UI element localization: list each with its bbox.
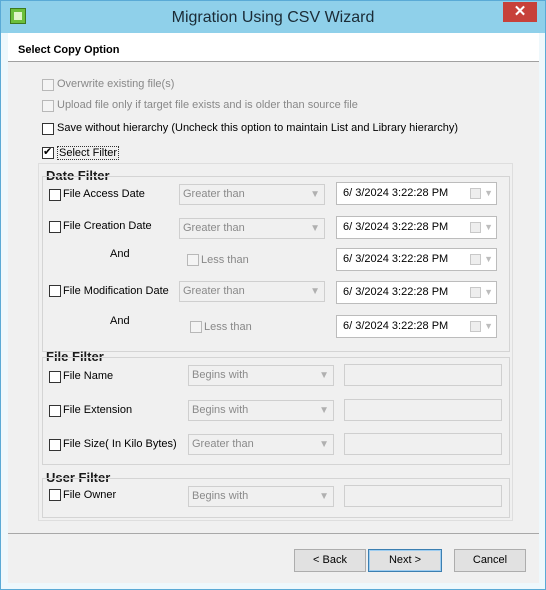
creation-less-than-checkbox[interactable]: [187, 254, 199, 266]
operator-value: Begins with: [192, 369, 249, 381]
file-creation-date-checkbox[interactable]: [49, 221, 61, 233]
date-value: 6/ 3/2024 3:22:28 PM: [343, 221, 449, 233]
operator-value: Greater than: [192, 438, 254, 450]
chevron-down-icon: ▼: [310, 189, 320, 200]
file-creation-date-picker[interactable]: 6/ 3/2024 3:22:28 PM ▼: [336, 216, 497, 239]
save-without-hierarchy-checkbox[interactable]: [42, 123, 54, 135]
select-filter-label: Select Filter: [57, 146, 120, 160]
creation-less-than-label: Less than: [201, 254, 249, 266]
operator-value: Greater than: [183, 222, 245, 234]
file-modification-end-date-picker[interactable]: 6/ 3/2024 3:22:28 PM ▼: [336, 315, 497, 338]
chevron-down-icon: ▼: [484, 188, 493, 198]
chevron-down-icon: ▼: [319, 405, 329, 416]
operator-value: Greater than: [183, 285, 245, 297]
date-value: 6/ 3/2024 3:22:28 PM: [343, 187, 449, 199]
operator-value: Greater than: [183, 188, 245, 200]
file-extension-input[interactable]: [344, 399, 502, 421]
file-owner-operator-select[interactable]: Begins with ▼: [188, 486, 334, 507]
calendar-checkbox-icon: [470, 321, 481, 332]
date-value: 6/ 3/2024 3:22:28 PM: [343, 286, 449, 298]
chevron-down-icon: ▼: [484, 222, 493, 232]
file-creation-date-label: File Creation Date: [63, 220, 152, 232]
chevron-down-icon: ▼: [319, 439, 329, 450]
file-name-label: File Name: [63, 370, 114, 382]
file-modification-date-label: File Modification Date: [63, 285, 169, 297]
section-header: Select Copy Option: [8, 33, 539, 62]
modification-less-than-label: Less than: [204, 321, 252, 333]
section-title: Select Copy Option: [18, 44, 120, 56]
footer-divider: [8, 533, 539, 534]
file-owner-checkbox[interactable]: [49, 489, 61, 501]
file-extension-label: File Extension: [63, 404, 133, 416]
chevron-down-icon: ▼: [484, 321, 493, 331]
file-size-label: File Size( In Kilo Bytes): [63, 438, 177, 450]
date-value: 6/ 3/2024 3:22:28 PM: [343, 253, 449, 265]
chevron-down-icon: ▼: [484, 287, 493, 297]
file-creation-date-operator-select[interactable]: Greater than ▼: [179, 218, 325, 239]
file-owner-input[interactable]: [344, 485, 502, 507]
file-owner-label: File Owner: [63, 489, 117, 501]
file-access-date-label: File Access Date: [63, 188, 145, 200]
upload-only-checkbox[interactable]: [42, 100, 54, 112]
chevron-down-icon: ▼: [319, 491, 329, 502]
next-button[interactable]: Next >: [368, 549, 442, 572]
overwrite-checkbox[interactable]: [42, 79, 54, 91]
title-bar[interactable]: Migration Using CSV Wizard ✕: [1, 1, 545, 33]
calendar-checkbox-icon: [470, 188, 481, 199]
chevron-down-icon: ▼: [310, 286, 320, 297]
file-access-date-checkbox[interactable]: [49, 189, 61, 201]
chevron-down-icon: ▼: [484, 254, 493, 264]
file-access-date-operator-select[interactable]: Greater than ▼: [179, 184, 325, 205]
select-filter-checkbox[interactable]: [42, 145, 54, 159]
file-modification-date-operator-select[interactable]: Greater than ▼: [179, 281, 325, 302]
file-extension-checkbox[interactable]: [49, 405, 61, 417]
file-creation-end-date-picker[interactable]: 6/ 3/2024 3:22:28 PM ▼: [336, 248, 497, 271]
file-name-checkbox[interactable]: [49, 371, 61, 383]
file-size-operator-select[interactable]: Greater than ▼: [188, 434, 334, 455]
calendar-checkbox-icon: [470, 254, 481, 265]
close-button[interactable]: ✕: [503, 2, 537, 22]
file-access-date-picker[interactable]: 6/ 3/2024 3:22:28 PM ▼: [336, 182, 497, 205]
save-without-hierarchy-label: Save without hierarchy (Uncheck this opt…: [57, 122, 459, 134]
date-value: 6/ 3/2024 3:22:28 PM: [343, 320, 449, 332]
file-name-input[interactable]: [344, 364, 502, 386]
window-title: Migration Using CSV Wizard: [171, 9, 375, 26]
wizard-window: Migration Using CSV Wizard ✕ Select Copy…: [0, 0, 546, 590]
cancel-button[interactable]: Cancel: [454, 549, 526, 572]
upload-only-label: Upload file only if target file exists a…: [57, 99, 358, 111]
and-label: And: [110, 248, 130, 260]
modification-less-than-checkbox[interactable]: [190, 321, 202, 333]
calendar-checkbox-icon: [470, 287, 481, 298]
file-modification-date-picker[interactable]: 6/ 3/2024 3:22:28 PM ▼: [336, 281, 497, 304]
and-label: And: [110, 315, 130, 327]
file-extension-operator-select[interactable]: Begins with ▼: [188, 400, 334, 421]
chevron-down-icon: ▼: [310, 223, 320, 234]
wizard-client: Select Copy Option Overwrite existing fi…: [8, 33, 539, 583]
operator-value: Begins with: [192, 490, 249, 502]
file-name-operator-select[interactable]: Begins with ▼: [188, 365, 334, 386]
back-button[interactable]: < Back: [294, 549, 366, 572]
chevron-down-icon: ▼: [319, 370, 329, 381]
operator-value: Begins with: [192, 404, 249, 416]
file-modification-date-checkbox[interactable]: [49, 285, 61, 297]
calendar-checkbox-icon: [470, 222, 481, 233]
file-size-input[interactable]: [344, 433, 502, 455]
overwrite-label: Overwrite existing file(s): [57, 78, 175, 90]
file-size-checkbox[interactable]: [49, 439, 61, 451]
